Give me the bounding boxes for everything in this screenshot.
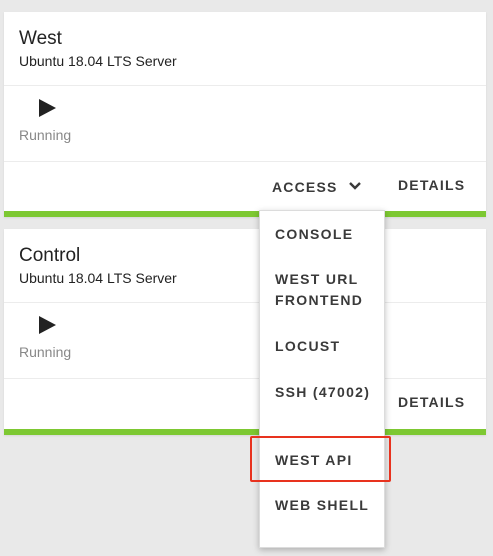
vm-status-text: Running bbox=[19, 127, 72, 143]
card-header: West Ubuntu 18.04 LTS Server bbox=[4, 12, 486, 86]
access-dropdown-menu: CONSOLE WEST URL FRONTEND LOCUST SSH (47… bbox=[259, 210, 385, 548]
play-icon[interactable] bbox=[37, 315, 57, 335]
play-icon[interactable] bbox=[37, 98, 57, 118]
access-button[interactable]: ACCESS bbox=[272, 177, 361, 195]
chevron-down-icon bbox=[348, 177, 361, 190]
vm-title: Control bbox=[19, 245, 81, 266]
card-actions: ACCESS DETAILS bbox=[4, 163, 486, 209]
card-header: Control Ubuntu 18.04 LTS Server bbox=[4, 229, 486, 303]
vm-list-page: West Ubuntu 18.04 LTS Server Running ACC… bbox=[0, 0, 493, 556]
vm-card-west: West Ubuntu 18.04 LTS Server Running ACC… bbox=[4, 12, 486, 217]
vm-os-label: Ubuntu 18.04 LTS Server bbox=[19, 53, 177, 69]
status-bar bbox=[4, 211, 486, 217]
menu-item-locust[interactable]: LOCUST bbox=[275, 336, 379, 357]
menu-item-west-url-frontend[interactable]: WEST URL FRONTEND bbox=[275, 269, 379, 311]
card-actions: DETAILS bbox=[4, 380, 486, 426]
vm-status-section: Running bbox=[4, 87, 486, 162]
vm-os-label: Ubuntu 18.04 LTS Server bbox=[19, 270, 177, 286]
details-button[interactable]: DETAILS bbox=[398, 394, 465, 410]
vm-card-control: Control Ubuntu 18.04 LTS Server Running … bbox=[4, 229, 486, 435]
menu-item-ssh[interactable]: SSH (47002) bbox=[275, 382, 379, 403]
menu-item-web-shell[interactable]: WEB SHELL bbox=[275, 495, 379, 516]
vm-status-text: Running bbox=[19, 344, 72, 360]
access-button-label: ACCESS bbox=[272, 179, 338, 195]
status-bar bbox=[4, 429, 486, 435]
details-button[interactable]: DETAILS bbox=[398, 177, 465, 193]
vm-status-section: Running bbox=[4, 304, 486, 379]
vm-title: West bbox=[19, 28, 62, 49]
menu-item-west-api[interactable]: WEST API bbox=[275, 450, 379, 471]
menu-item-console[interactable]: CONSOLE bbox=[275, 224, 379, 245]
